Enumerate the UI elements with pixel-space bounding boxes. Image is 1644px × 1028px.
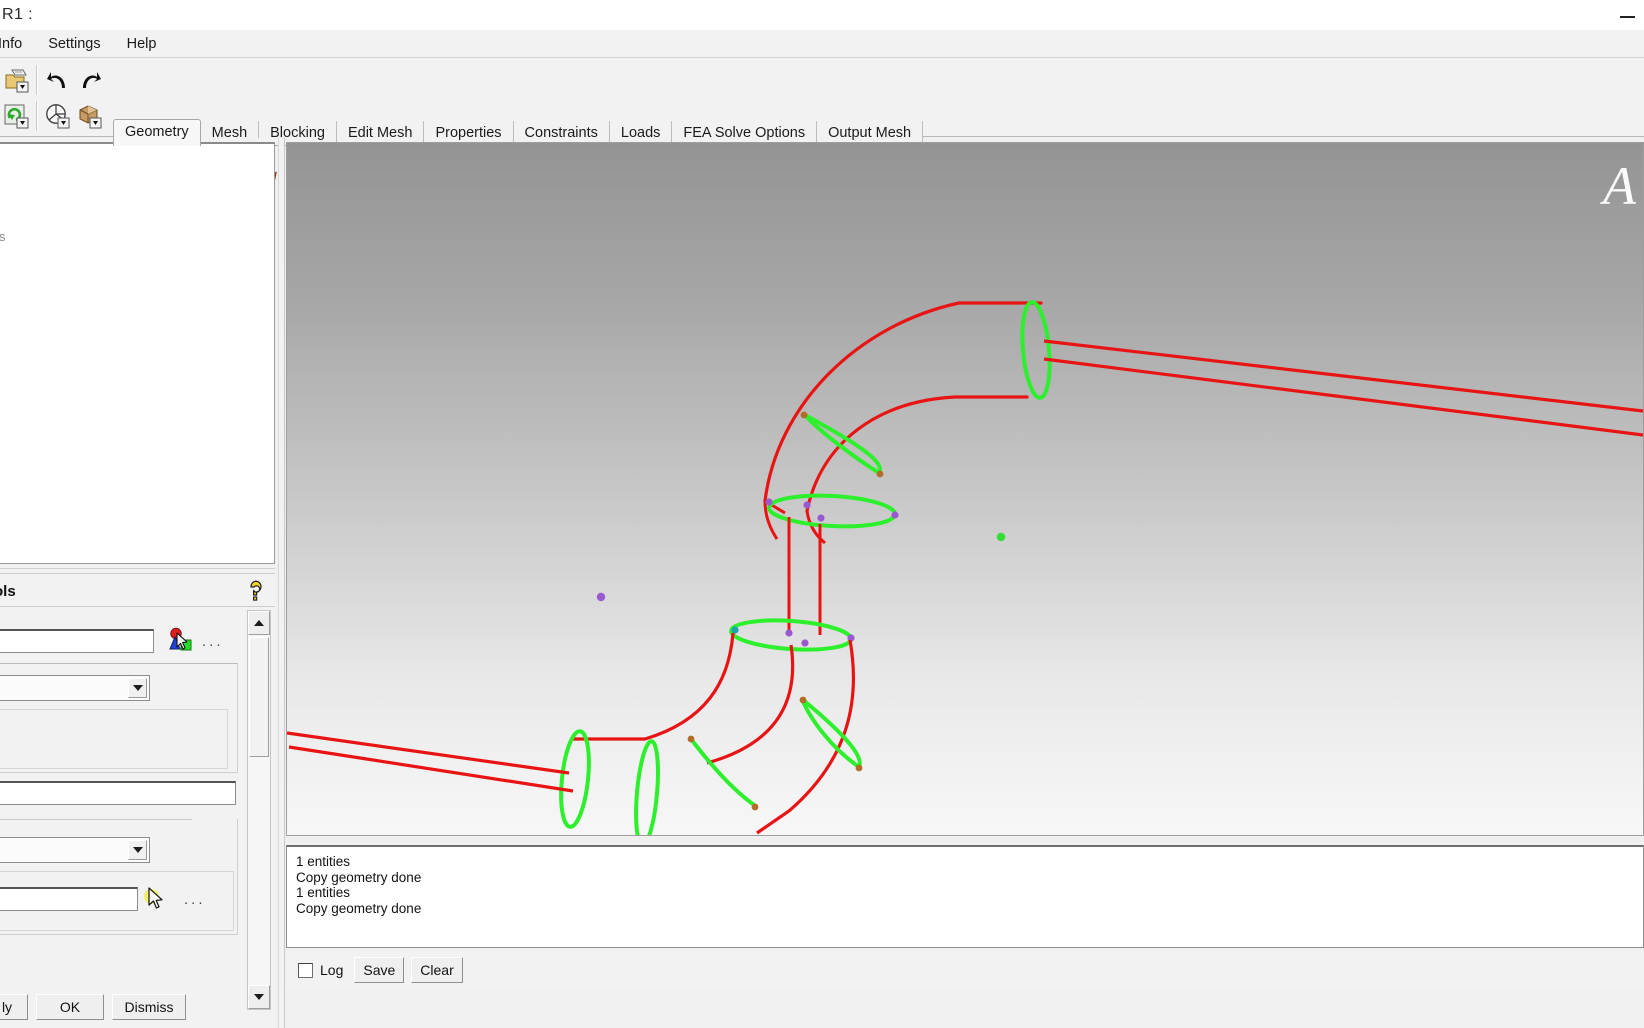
fit-window-button[interactable]	[42, 99, 74, 132]
location-picker-button[interactable]	[142, 885, 176, 913]
refresh-button[interactable]	[0, 99, 32, 132]
model-tree-list: s	[0, 144, 274, 250]
toolbar-separator-2	[36, 100, 38, 131]
chevron-down-icon[interactable]	[128, 678, 147, 698]
tab-geometry[interactable]: Geometry	[113, 119, 201, 146]
location-combo-value: ecified	[0, 843, 128, 858]
toolbar-strip: Geometry Mesh Blocking Edit Mesh Properties C…	[0, 59, 1644, 193]
title-bar: R1 :	[0, 0, 1644, 30]
open-project-icon	[5, 69, 29, 92]
scrollbar-thumb[interactable]	[249, 637, 269, 757]
location-more-button[interactable]: ...	[184, 891, 206, 908]
dismiss-button[interactable]: Dismiss	[112, 994, 186, 1020]
redo-icon	[83, 71, 101, 88]
save-log-button[interactable]: Save	[354, 957, 405, 983]
pipe-bend-wireframe-geometry	[287, 300, 1643, 835]
function-panel-header: ols	[0, 576, 275, 606]
panel-title: ols	[0, 582, 16, 600]
location-field-row: ...	[0, 885, 206, 913]
log-checkbox[interactable]	[298, 962, 313, 978]
open-project-button[interactable]	[0, 63, 32, 96]
icem-cfd-application-window: R1 : Info Settings Help Geometry Mesh Bl…	[0, 0, 1644, 1028]
method-combo-row	[0, 675, 150, 701]
graphics-viewport-frame: A	[286, 142, 1644, 836]
log-checkbox-label: Log	[320, 962, 344, 978]
numeric-row	[0, 781, 236, 805]
location-combo-row: ecified	[0, 837, 150, 863]
scroll-up-arrow-icon[interactable]	[248, 611, 270, 635]
panel-splitter[interactable]	[0, 568, 275, 574]
numeric-input[interactable]	[0, 781, 236, 805]
undo-button[interactable]	[42, 63, 74, 96]
entity-select-more-button[interactable]: ...	[202, 633, 224, 650]
menu-item-settings[interactable]: Settings	[35, 33, 113, 55]
refresh-icon	[4, 104, 29, 128]
menu-bar: Info Settings Help	[0, 30, 1644, 58]
vertical-splitter[interactable]	[278, 138, 285, 1028]
tree-item-clipped[interactable]: s	[0, 228, 272, 246]
entity-select-input[interactable]	[0, 629, 154, 653]
panel-form: ... ...	[0, 613, 246, 1008]
left-panel: s ols	[0, 138, 275, 1028]
file-view-toolbar	[0, 62, 108, 134]
isometric-view-button[interactable]	[74, 99, 106, 132]
minimize-button[interactable]	[1618, 5, 1638, 25]
isometric-view-icon	[79, 104, 102, 128]
message-log-toolbar: Log Save Clear	[286, 950, 1644, 990]
window-title: R1 :	[2, 6, 33, 23]
cursor-arrow-icon	[148, 887, 163, 909]
location-combo[interactable]: ecified	[0, 837, 150, 863]
method-combo[interactable]	[0, 675, 150, 701]
message-log-text: 1 entities Copy geometry done 1 entities…	[296, 854, 422, 916]
undo-icon	[47, 71, 65, 88]
toolbar-separator	[36, 64, 38, 95]
message-log-frame[interactable]: 1 entities Copy geometry done 1 entities…	[286, 845, 1644, 948]
graphics-viewport[interactable]: A	[287, 143, 1643, 835]
clear-log-button[interactable]: Clear	[411, 957, 463, 983]
function-panel-body: ... ...	[0, 606, 275, 1018]
model-tree-panel[interactable]: s	[0, 142, 275, 564]
help-question-icon[interactable]	[245, 579, 267, 603]
ok-button[interactable]: OK	[36, 994, 104, 1020]
location-chevron-down-icon[interactable]	[128, 840, 147, 860]
window-controls	[1618, 0, 1638, 30]
entity-select-row: ...	[0, 627, 224, 655]
apply-button[interactable]: ly	[0, 994, 28, 1020]
fit-window-icon	[46, 103, 70, 128]
method-options-subgroup	[0, 709, 228, 769]
location-input[interactable]	[0, 887, 138, 911]
tree-top-spacer	[0, 148, 272, 228]
panel-action-buttons: ly OK Dismiss	[0, 990, 275, 1024]
redo-button[interactable]	[74, 63, 106, 96]
menu-item-info[interactable]: Info	[0, 33, 35, 55]
select-entities-icon[interactable]	[164, 627, 194, 655]
menu-item-help[interactable]: Help	[114, 33, 170, 55]
panel-vertical-scrollbar[interactable]	[247, 610, 271, 1010]
minimize-icon	[1620, 16, 1635, 18]
